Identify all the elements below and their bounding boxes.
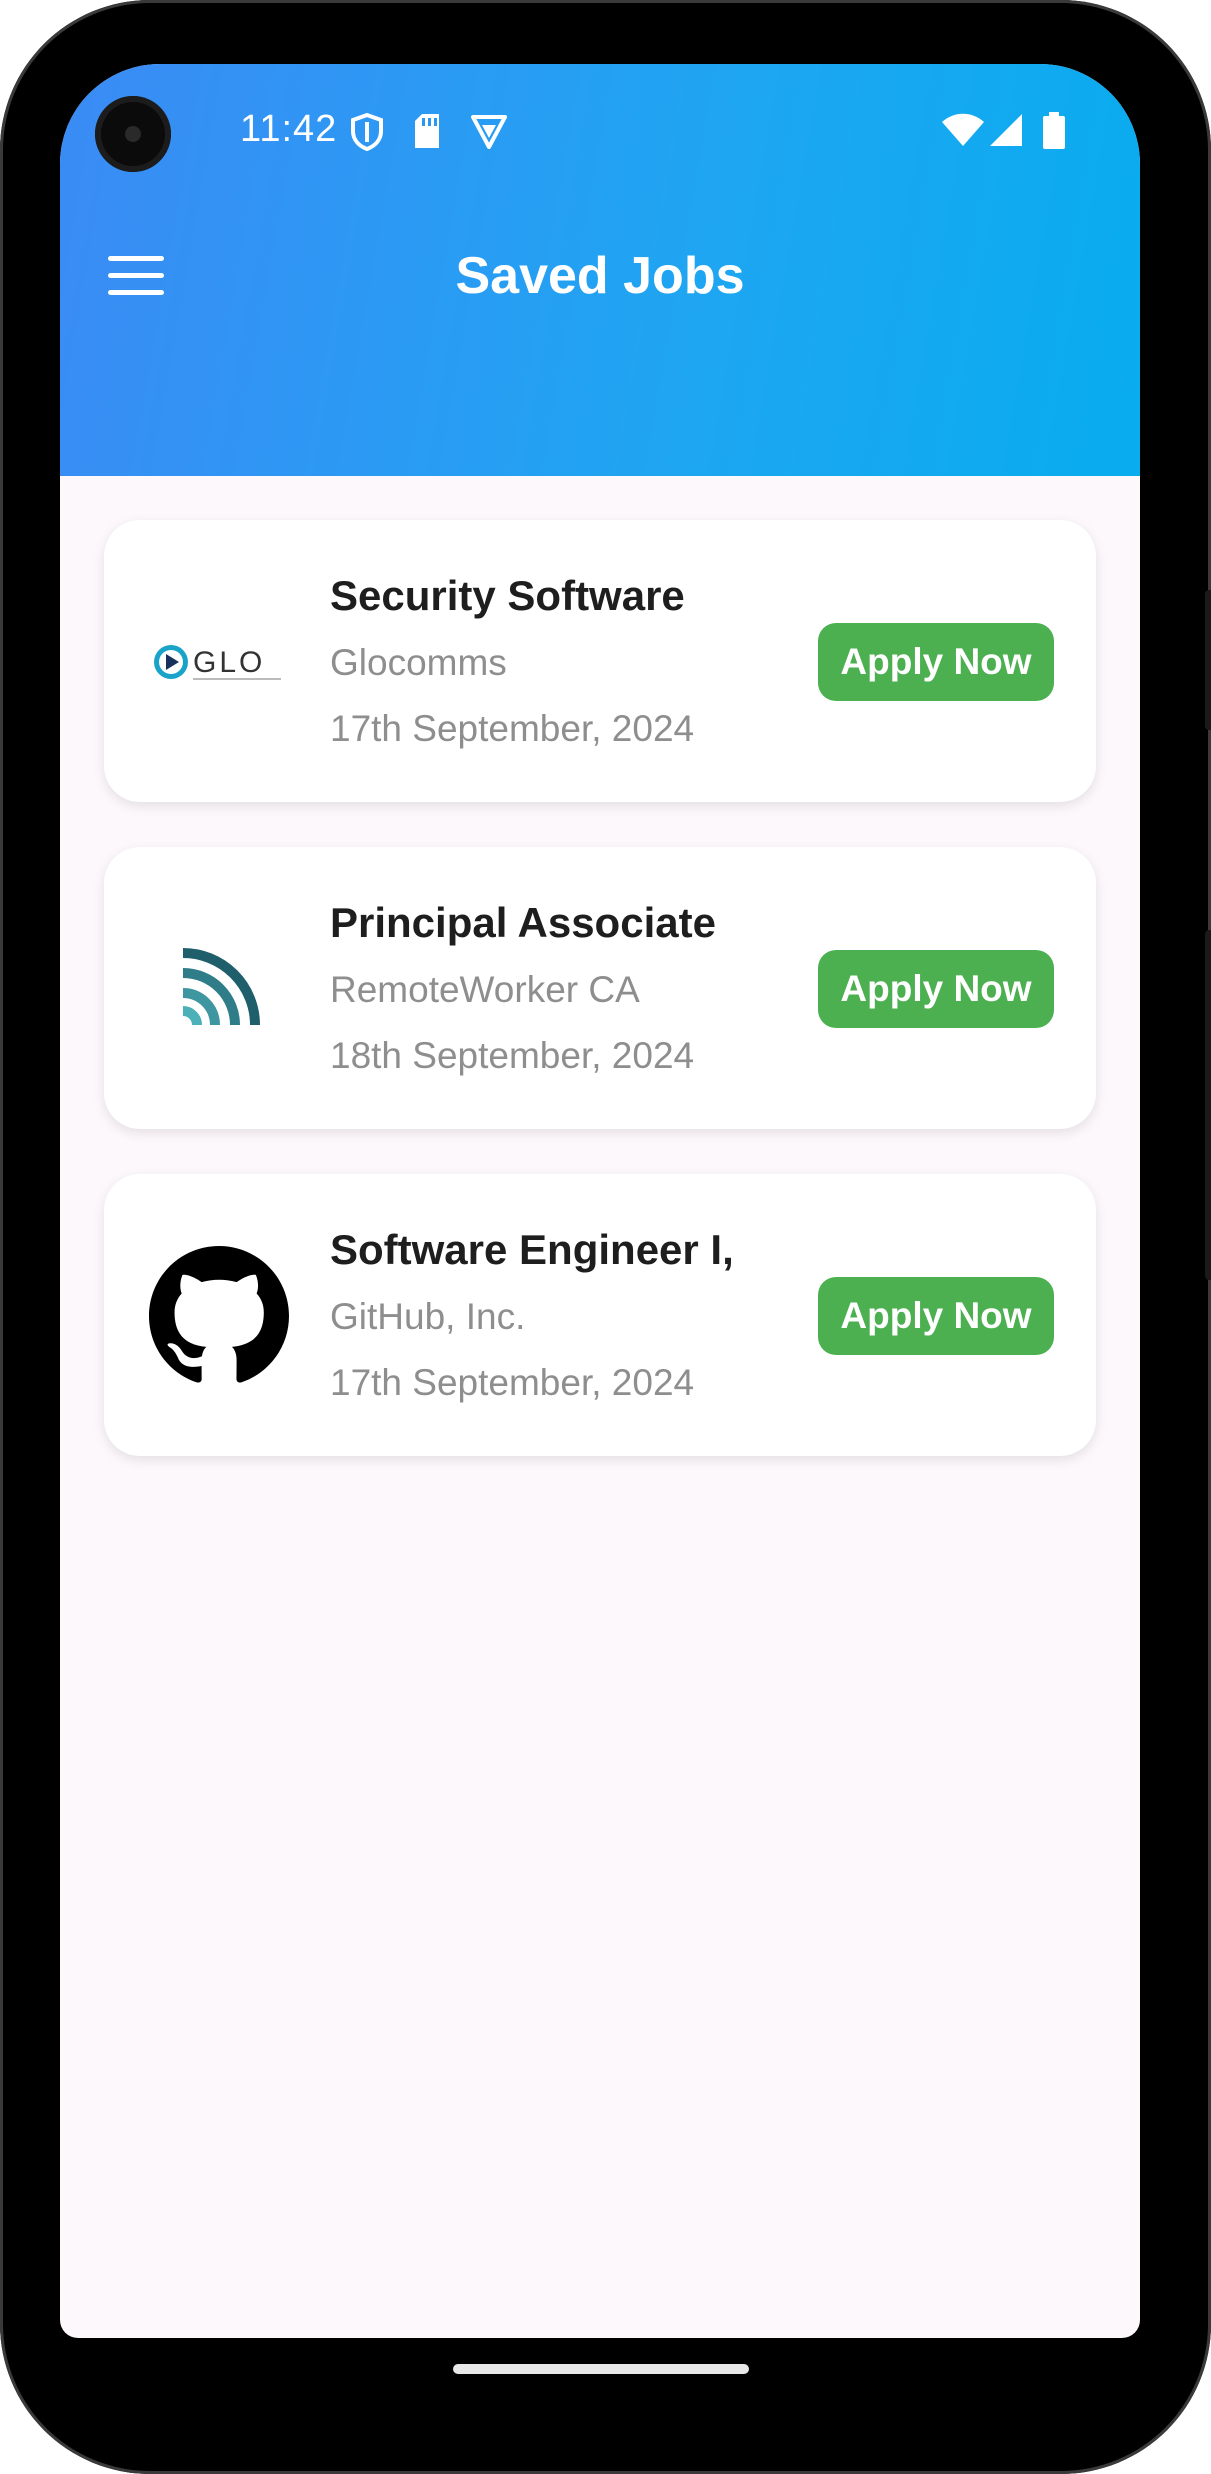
job-card[interactable]: Principal Associate RemoteWorker CA 18th… <box>104 847 1096 1129</box>
remoteworker-logo <box>144 919 294 1059</box>
saved-date: 18th September, 2024 <box>330 1035 695 1076</box>
saved-date: 17th September, 2024 <box>330 1362 695 1403</box>
status-time: 11:42 <box>240 108 338 150</box>
job-title: Security Software <box>330 572 685 619</box>
job-title: Principal Associate <box>330 899 716 946</box>
screen: 11:42 Saved Jobs GLO Security Software G… <box>60 64 1140 2338</box>
status-bar: 11:42 <box>60 64 1140 204</box>
front-camera <box>95 96 171 172</box>
apply-now-button[interactable]: Apply Now <box>818 950 1054 1028</box>
github-logo <box>144 1246 294 1386</box>
sd-card-icon <box>415 114 439 148</box>
shield-icon <box>351 112 383 152</box>
job-card[interactable]: GLO Security Software Glocomms 17th Sept… <box>104 520 1096 802</box>
company-name: RemoteWorker CA <box>330 969 640 1010</box>
company-name: Glocomms <box>330 642 507 683</box>
company-name: GitHub, Inc. <box>330 1296 526 1337</box>
svg-text:GLO: GLO <box>193 646 265 679</box>
vpn-icon <box>471 115 507 149</box>
power-button <box>1205 930 1211 1280</box>
signal-icon <box>990 114 1022 146</box>
wifi-icon <box>942 113 984 146</box>
apply-now-button[interactable]: Apply Now <box>818 623 1054 701</box>
phone-frame: 11:42 Saved Jobs GLO Security Software G… <box>0 0 1211 2474</box>
volume-button <box>1205 590 1211 730</box>
app-header: 11:42 Saved Jobs <box>60 64 1140 476</box>
job-title: Software Engineer I, <box>330 1226 734 1273</box>
battery-icon <box>1043 112 1065 149</box>
page-title: Saved Jobs <box>455 247 745 305</box>
saved-date: 17th September, 2024 <box>330 708 695 749</box>
apply-now-button[interactable]: Apply Now <box>818 1277 1054 1355</box>
home-indicator[interactable] <box>453 2364 749 2374</box>
glocomms-logo: GLO <box>144 592 294 732</box>
job-card[interactable]: Software Engineer I, GitHub, Inc. 17th S… <box>104 1174 1096 1456</box>
